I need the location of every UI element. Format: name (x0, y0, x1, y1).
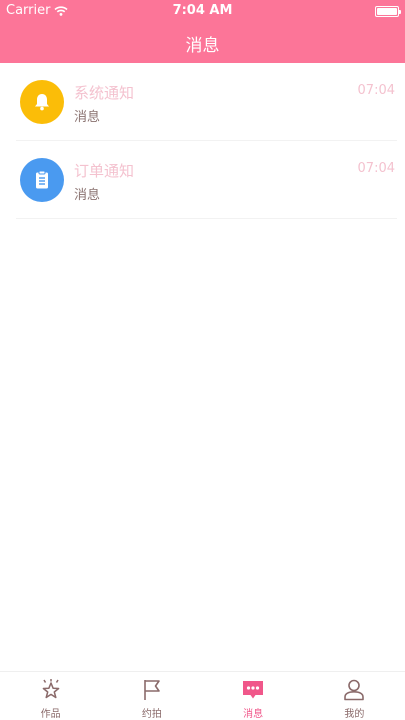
flag-icon (139, 677, 165, 703)
app-header: Carrier 7:04 AM 消息 (0, 0, 405, 63)
page-title: 消息 (185, 36, 220, 56)
tab-messages[interactable]: 消息 (203, 672, 304, 720)
person-icon (341, 677, 367, 703)
message-time: 07:04 (357, 83, 395, 98)
tab-appointment[interactable]: 约拍 (101, 672, 202, 720)
message-row-system[interactable]: 系统通知 07:04 消息 (0, 63, 405, 141)
bell-icon (35, 94, 49, 111)
chat-icon (240, 677, 266, 703)
tab-label: 消息 (243, 709, 264, 720)
tab-bar: 作品 约拍 消息 我的 (0, 671, 405, 720)
message-title: 系统通知 (74, 84, 135, 102)
status-time: 7:04 AM (172, 3, 233, 18)
message-subtitle: 消息 (74, 188, 101, 203)
tab-profile[interactable]: 我的 (304, 672, 405, 720)
clipboard-icon (36, 170, 48, 189)
tab-label: 约拍 (141, 709, 162, 720)
battery-icon (375, 6, 401, 17)
message-time: 07:04 (357, 161, 395, 176)
message-title: 订单通知 (74, 162, 135, 180)
message-list: 系统通知 07:04 消息 订单通知 07:04 消息 (0, 63, 405, 219)
tab-works[interactable]: 作品 (0, 672, 101, 720)
star-icon (38, 677, 64, 703)
tab-label: 作品 (40, 709, 61, 720)
status-bar: Carrier 7:04 AM (0, 0, 405, 22)
order-notice-avatar (20, 158, 64, 202)
message-row-order[interactable]: 订单通知 07:04 消息 (0, 141, 405, 219)
message-subtitle: 消息 (74, 110, 101, 125)
tab-label: 我的 (344, 709, 365, 720)
system-notice-avatar (20, 80, 64, 124)
